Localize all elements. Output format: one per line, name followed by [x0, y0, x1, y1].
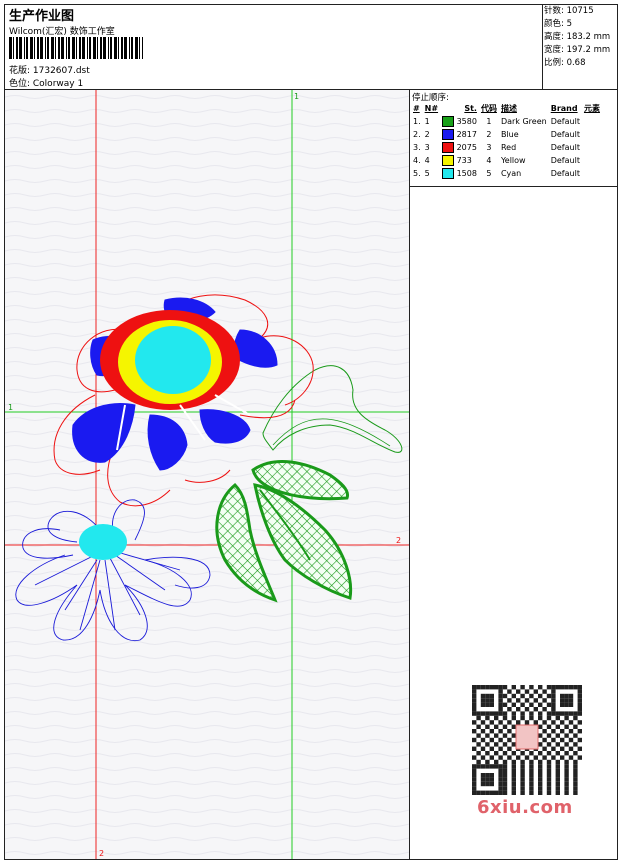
sheet-header: 生产作业图 Wilcom(汇宏) 数饰工作室 花版: 1732607.dst 色… — [5, 5, 617, 90]
table-row: 5. 5 1508 5 Cyan Default — [413, 168, 580, 179]
v-green-axis-label: 1 — [294, 92, 299, 101]
col-description: 描述 — [500, 104, 517, 113]
stop-sequence-table: # N# St. 代码 描述 Brand 元素 1. 1 3580 1 Dark… — [411, 102, 602, 180]
color-swatch — [442, 129, 455, 140]
design-info: 针数: 10715 颜色: 5 高度: 183.2 mm 宽度: 197.2 m… — [542, 5, 618, 89]
barcode — [9, 37, 143, 59]
divider — [410, 186, 617, 187]
production-sheet: 生产作业图 Wilcom(汇宏) 数饰工作室 花版: 1732607.dst 色… — [4, 4, 618, 860]
design-file: 花版: 1732607.dst — [9, 66, 90, 76]
color-swatch — [442, 142, 455, 153]
v-red-axis-label: 2 — [99, 849, 104, 858]
page-title: 生产作业图 — [9, 9, 75, 24]
table-row: 1. 1 3580 1 Dark Green Default — [413, 116, 580, 127]
stitch-count: 针数: 10715 — [544, 6, 594, 16]
qr-code-icon — [472, 685, 582, 795]
color-swatch — [442, 116, 455, 127]
design-width: 宽度: 197.2 mm — [544, 45, 611, 55]
studio-name: Wilcom(汇宏) 数饰工作室 — [9, 27, 115, 37]
design-canvas[interactable]: 1 1 2 2 — [5, 90, 410, 859]
col-brand: Brand — [550, 104, 578, 113]
table-row: 2. 2 2817 2 Blue Default — [413, 129, 580, 140]
design-scale: 比例: 0.68 — [544, 58, 586, 68]
col-code: 代码 — [480, 104, 497, 113]
h-red-axis-label: 2 — [396, 536, 401, 545]
big-flower-cyan — [135, 326, 211, 394]
colorway: 色位: Colorway 1 — [9, 79, 84, 89]
design-height: 高度: 183.2 mm — [544, 32, 611, 42]
col-index: # — [413, 104, 420, 113]
col-needle: N# — [424, 104, 439, 113]
h-green-axis-label: 1 — [8, 403, 13, 412]
color-swatch — [442, 155, 455, 166]
table-row: 3. 3 2075 3 Red Default — [413, 142, 580, 153]
embroidery-preview: 1 1 2 2 — [5, 90, 409, 859]
table-row: 4. 4 733 4 Yellow Default — [413, 155, 580, 166]
small-flower-cyan — [79, 524, 127, 560]
watermark-brand: 6xiu.com — [477, 797, 573, 818]
color-swatch — [442, 168, 455, 179]
col-stitches: St. — [464, 104, 477, 113]
col-element: 元素 — [583, 104, 600, 113]
color-count: 颜色: 5 — [544, 19, 572, 29]
